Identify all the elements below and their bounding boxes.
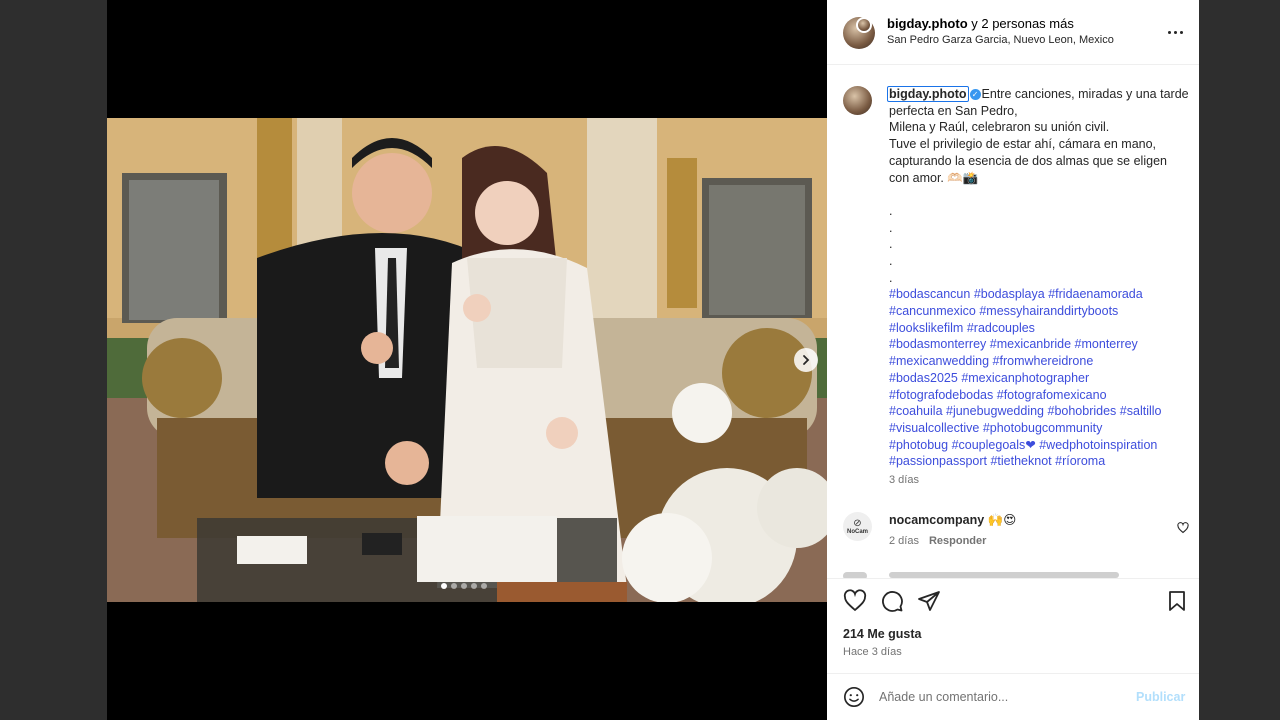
post-comments-area[interactable]: bigday.photo ✓ Entre canciones, miradas y …: [827, 66, 1199, 578]
hashtag-link[interactable]: #bodas2025: [889, 371, 958, 385]
post-sidebar: bigday.photo y 2 personas más San Pedro …: [827, 0, 1199, 720]
hashtag-link[interactable]: #lookslikefilm: [889, 321, 963, 335]
comment-meta: 2 días Responder: [889, 535, 986, 547]
hashtag-link[interactable]: #bodasplaya: [974, 287, 1045, 301]
hashtag-link[interactable]: #bodascancun: [889, 287, 970, 301]
publish-button[interactable]: Publicar: [1136, 690, 1185, 704]
caption-dot: .: [889, 237, 893, 252]
hashtag-link[interactable]: #fromwhereidrone: [993, 354, 1094, 368]
hashtag-link[interactable]: #couplegoals❤: [952, 438, 1036, 452]
hashtag-link[interactable]: #cancunmexico: [889, 304, 976, 318]
hashtag-link[interactable]: #monterrey: [1075, 337, 1138, 351]
more-dot: [1167, 30, 1171, 34]
author-username[interactable]: bigday.photo: [887, 16, 968, 31]
hashtag-link[interactable]: #wedphotoinspiration: [1039, 438, 1157, 452]
hashtag-link[interactable]: #mexicanbride: [990, 337, 1071, 351]
post-photo: [107, 118, 827, 602]
carousel-dot: [461, 583, 467, 589]
hashtag-link[interactable]: #messyhairanddirtyboots: [979, 304, 1118, 318]
caption-line: Tuve el privilegio de estar ahí, cámara …: [889, 137, 1167, 185]
commenter-avatar-text: NoCam: [846, 528, 868, 535]
hashtag-link[interactable]: #bodasmonterrey: [889, 337, 986, 351]
verified-badge-icon: ✓: [969, 89, 981, 101]
caption-avatar[interactable]: [843, 86, 872, 115]
save-bookmark-icon[interactable]: [1165, 589, 1189, 613]
caption-username[interactable]: bigday.photo: [887, 86, 969, 102]
hashtag-list: #bodascancun #bodasplaya #fridaenamorada…: [889, 286, 1189, 470]
commenter-avatar[interactable]: ⊘ NoCam: [843, 512, 872, 541]
post-header: bigday.photo y 2 personas más San Pedro …: [827, 0, 1199, 65]
more-dot: [1179, 30, 1183, 34]
hashtag-link[interactable]: #tietheknot: [990, 454, 1051, 468]
carousel-dot: [451, 583, 457, 589]
caption-dot: .: [889, 270, 893, 285]
collab-avatar[interactable]: [856, 17, 872, 33]
hashtag-link[interactable]: #mexicanphotographer: [961, 371, 1089, 385]
hashtag-link[interactable]: #fotografodebodas: [889, 388, 993, 402]
hashtag-link[interactable]: #fotografomexicano: [997, 388, 1107, 402]
hashtag-link[interactable]: #passionpassport: [889, 454, 987, 468]
hashtag-link[interactable]: #bohobrides: [1048, 404, 1117, 418]
comment-input[interactable]: [879, 686, 1119, 708]
post-authors: bigday.photo y 2 personas más: [887, 16, 1074, 32]
comment-text: 🙌😍: [984, 513, 1017, 527]
carousel-dot: [481, 583, 487, 589]
hashtag-link[interactable]: #visualcollective: [889, 421, 979, 435]
caption-timestamp[interactable]: 3 días: [889, 474, 919, 486]
post-location[interactable]: San Pedro Garza Garcia, Nuevo Leon, Mexi…: [887, 34, 1114, 46]
hashtag-link[interactable]: #photobugcommunity: [983, 421, 1103, 435]
post-caption: bigday.photo ✓ Entre canciones, miradas y …: [887, 86, 1189, 470]
eye-slash-icon: ⊘: [853, 517, 862, 529]
comment-bubble-icon[interactable]: [880, 589, 904, 613]
more-options-button[interactable]: [1163, 22, 1187, 42]
comment-composer: Publicar: [827, 673, 1199, 720]
backdrop-left: [0, 0, 107, 720]
share-paper-plane-icon[interactable]: [917, 589, 941, 613]
post-actions: [827, 578, 1199, 624]
hashtag-link[interactable]: #saltillo: [1120, 404, 1162, 418]
like-count[interactable]: 214 Me gusta: [843, 627, 922, 641]
carousel-dot: [471, 583, 477, 589]
commenter-username[interactable]: nocamcompany: [889, 513, 984, 527]
hashtag-link[interactable]: #photobug: [889, 438, 948, 452]
caption-line: Milena y Raúl, celebraron su unión civil…: [889, 120, 1110, 135]
like-heart-icon[interactable]: [843, 589, 867, 613]
emoji-smile-icon[interactable]: [843, 686, 865, 708]
caption-dot: .: [889, 220, 893, 235]
caption-dot: .: [889, 203, 893, 218]
backdrop-right: [1199, 0, 1280, 720]
carousel-dot: [441, 583, 447, 589]
hashtag-link[interactable]: #radcouples: [967, 321, 1035, 335]
chevron-right-icon: [803, 355, 810, 365]
carousel-indicator: [441, 583, 487, 589]
post-date[interactable]: Hace 3 días: [843, 646, 902, 658]
hashtag-link[interactable]: #fridaenamorada: [1048, 287, 1143, 301]
comment-timestamp[interactable]: 2 días: [889, 535, 919, 547]
next-slide-button[interactable]: [794, 348, 818, 372]
reply-button[interactable]: Responder: [929, 535, 986, 547]
more-dot: [1173, 30, 1177, 34]
comment-item: ⊘ NoCam nocamcompany 🙌😍 2 días Responder: [843, 510, 1189, 560]
hashtag-link[interactable]: #junebugwedding: [946, 404, 1044, 418]
commenter-username-line: nocamcompany 🙌😍: [889, 512, 1016, 528]
hashtag-link[interactable]: #mexicanwedding: [889, 354, 989, 368]
caption-dot: .: [889, 253, 893, 268]
comment-like-heart-icon[interactable]: [1177, 522, 1189, 534]
post-media: [107, 0, 827, 720]
hashtag-link[interactable]: #coahuila: [889, 404, 943, 418]
collab-text[interactable]: y 2 personas más: [968, 16, 1074, 31]
hashtag-link[interactable]: #ríoroma: [1055, 454, 1105, 468]
